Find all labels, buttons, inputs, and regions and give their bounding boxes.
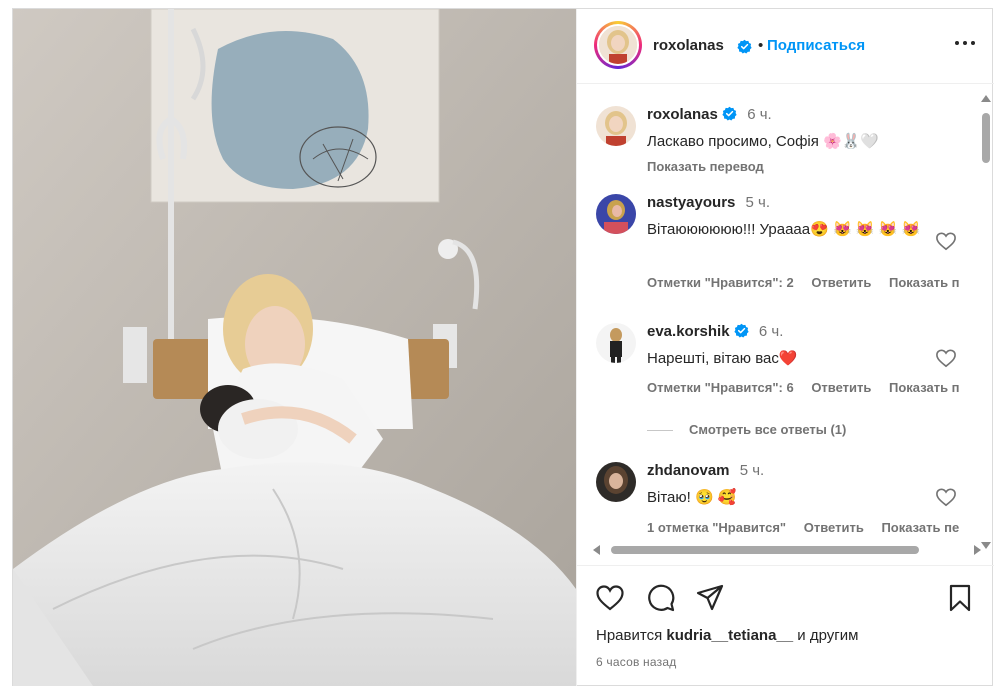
author-username[interactable]: roxolanas	[653, 37, 724, 54]
comment-text: Нарешті, вітаю вас❤️	[647, 350, 798, 367]
show-translation-link[interactable]: Показать п	[889, 380, 960, 395]
more-options-icon[interactable]	[950, 33, 980, 53]
comment-likes-count[interactable]: Отметки "Нравится": 2	[647, 275, 794, 290]
post-header: roxolanas • Подписаться	[577, 9, 994, 84]
post-actions: Нравится kudria__tetiana__ и другим 6 ча…	[577, 565, 994, 686]
verified-badge-icon	[734, 323, 749, 338]
comment-text: Вітаю! 🥹 🥰	[647, 489, 737, 506]
save-bookmark-icon[interactable]	[945, 583, 975, 613]
comment-likes-count[interactable]: 1 отметка "Нравится"	[647, 520, 786, 535]
share-send-icon[interactable]	[695, 583, 725, 613]
comment-meta: Отметки "Нравится": 6 Ответить Показать …	[647, 380, 974, 395]
caption-comment: roxolanas 6 ч. Ласкаво просимо, Софія 🌸🐰…	[577, 102, 977, 182]
likes-prefix: Нравится	[596, 627, 663, 644]
post-timestamp[interactable]: 6 часов назад	[596, 655, 676, 669]
comment-text: Ласкаво просимо, Софія 🌸🐰🤍	[647, 133, 880, 150]
comment-time: 6 ч.	[747, 106, 772, 123]
comment-header: roxolanas 6 ч.	[647, 106, 772, 123]
scrollbar-thumb[interactable]	[982, 113, 990, 163]
likes-suffix[interactable]: и другим	[797, 627, 858, 644]
reply-button[interactable]: Ответить	[804, 520, 864, 535]
avatar-image	[596, 194, 636, 234]
comment: zhdanovam 5 ч. Вітаю! 🥹 🥰 1 отметка "Нра…	[577, 458, 977, 538]
comment-header: eva.korshik 6 ч.	[647, 323, 783, 340]
comment-username[interactable]: nastyayours	[647, 194, 735, 211]
comment: eva.korshik 6 ч. Нарешті, вітаю вас❤️ От…	[577, 319, 977, 399]
author-avatar[interactable]	[594, 21, 642, 69]
comment-username[interactable]: zhdanovam	[647, 462, 730, 479]
avatar-image	[599, 26, 637, 64]
like-comment-heart-icon[interactable]	[935, 348, 957, 368]
avatar[interactable]	[596, 106, 636, 146]
comment-time: 5 ч.	[739, 462, 765, 479]
comments-list[interactable]: roxolanas 6 ч. Ласкаво просимо, Софія 🌸🐰…	[577, 85, 994, 565]
avatar-image	[596, 106, 636, 146]
separator-dot: •	[758, 37, 764, 54]
post-details-pane: roxolanas • Подписаться roxolanas 6 ч. Л…	[576, 9, 994, 686]
comment-header: zhdanovam 5 ч.	[647, 462, 764, 479]
comment-text: Вітаюююююю!!! Урaааа😍 😻 😻 😻 😻	[647, 221, 921, 238]
post-photo[interactable]	[13, 9, 576, 686]
avatar[interactable]	[596, 323, 636, 363]
scroll-up-arrow-icon[interactable]	[981, 95, 991, 102]
like-comment-heart-icon[interactable]	[935, 487, 957, 507]
follow-button[interactable]: Подписаться	[767, 37, 865, 54]
view-all-replies-button[interactable]: Смотреть все ответы (1)	[647, 422, 846, 437]
likes-summary: Нравится kudria__tetiana__ и другим	[596, 627, 858, 644]
reply-button[interactable]: Ответить	[811, 275, 871, 290]
hospital-photo-illustration	[13, 9, 576, 686]
scrollbar-thumb[interactable]	[611, 546, 919, 554]
scroll-right-arrow-icon[interactable]	[974, 545, 981, 555]
comment-time: 5 ч.	[745, 194, 771, 211]
avatar[interactable]	[596, 462, 636, 502]
verified-badge-icon	[722, 106, 737, 121]
scroll-left-arrow-icon[interactable]	[593, 545, 600, 555]
comment-username[interactable]: eva.korshik	[647, 323, 730, 340]
comment-meta: Отметки "Нравится": 2 Ответить Показать …	[647, 275, 974, 290]
comments-vertical-scrollbar[interactable]	[979, 89, 993, 555]
comment-likes-count[interactable]: Отметки "Нравится": 6	[647, 380, 794, 395]
show-translation-link[interactable]: Показать пе	[881, 520, 959, 535]
comment-meta: 1 отметка "Нравится" Ответить Показать п…	[647, 520, 973, 535]
avatar[interactable]	[596, 194, 636, 234]
comments-horizontal-scrollbar[interactable]	[585, 543, 985, 557]
comment-header: nastyayours 5 ч.	[647, 194, 770, 211]
show-translation-link[interactable]: Показать п	[889, 275, 960, 290]
show-translation-link[interactable]: Показать перевод	[647, 159, 764, 174]
likes-username[interactable]: kudria__tetiana__	[666, 627, 793, 644]
reply-button[interactable]: Ответить	[811, 380, 871, 395]
comment: nastyayours 5 ч. Вітаюююююю!!! Урaааа😍 😻…	[577, 190, 977, 290]
comment-username[interactable]: roxolanas	[647, 106, 718, 123]
comment-time: 6 ч.	[758, 323, 784, 340]
avatar-image	[596, 323, 636, 363]
comment-bubble-icon[interactable]	[646, 583, 676, 613]
like-heart-icon[interactable]	[595, 583, 625, 613]
instagram-post: roxolanas • Подписаться roxolanas 6 ч. Л…	[12, 8, 994, 686]
like-comment-heart-icon[interactable]	[935, 231, 957, 251]
verified-badge-icon	[737, 39, 752, 54]
avatar-image	[596, 462, 636, 502]
